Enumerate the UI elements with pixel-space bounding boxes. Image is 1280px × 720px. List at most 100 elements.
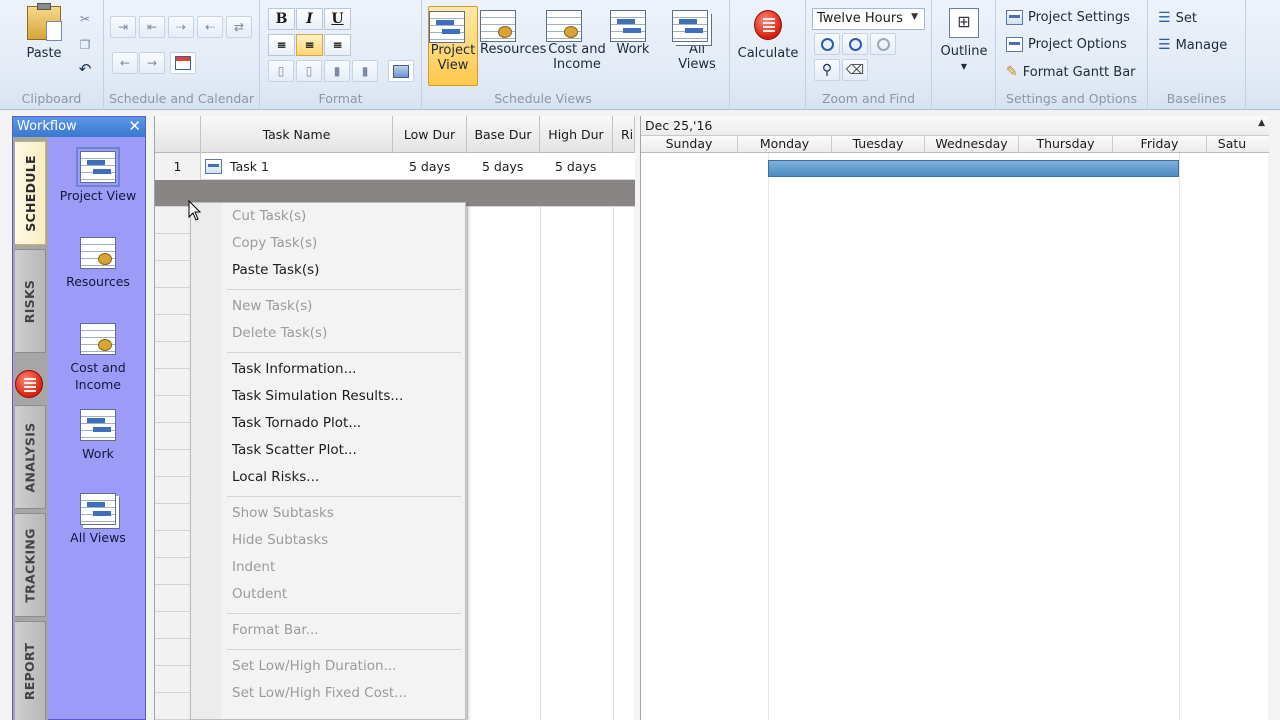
scroll-up-icon[interactable]: ▲ <box>1258 118 1265 128</box>
close-icon[interactable]: ✕ <box>128 117 141 135</box>
col-task-name[interactable]: Task Name <box>201 116 393 153</box>
menu-copy-tasks[interactable]: Copy Task(s) <box>232 235 317 251</box>
clipboard-group-label: Clipboard <box>21 91 82 106</box>
manage-baseline-button[interactable]: ☰ Manage <box>1158 37 1227 53</box>
column-insert-icon[interactable]: ▮ <box>324 60 350 82</box>
bold-button[interactable]: B <box>268 8 295 30</box>
eraser-icon[interactable]: ⌫ <box>842 59 868 81</box>
high-dur-cell[interactable]: 5 days <box>555 153 615 180</box>
all-views-button[interactable]: All Views <box>672 6 722 72</box>
tab-tracking[interactable]: TRACKING <box>15 513 46 617</box>
link-tasks-icon[interactable]: ⇥ <box>110 16 136 38</box>
menu-separator <box>227 496 461 497</box>
col-risk[interactable]: Ri <box>613 116 635 153</box>
format-picture-icon[interactable] <box>388 60 414 82</box>
task-name-cell[interactable]: Task 1 <box>205 153 391 180</box>
workflow-title: Workflow <box>17 119 77 134</box>
align-right-icon[interactable]: ≡ <box>324 34 351 56</box>
menu-local-risks[interactable]: Local Risks... <box>232 469 319 485</box>
timescale-select[interactable]: Twelve Hours ▼ <box>812 8 925 30</box>
col-high-dur[interactable]: High Dur <box>540 116 613 153</box>
menu-task-tornado-plot[interactable]: Task Tornado Plot... <box>232 415 361 431</box>
zoom-in-icon[interactable] <box>814 33 840 55</box>
outdent-task-icon[interactable]: ⇠ <box>197 16 223 38</box>
resources-button[interactable]: Resources <box>480 6 546 57</box>
column-left-icon[interactable]: ▯ <box>268 60 294 82</box>
workflow-work[interactable]: Work <box>49 409 147 462</box>
unlink-tasks-icon[interactable]: ⇤ <box>139 16 165 38</box>
menu-show-subtasks[interactable]: Show Subtasks <box>232 505 334 521</box>
project-view-button[interactable]: Project View <box>428 6 478 86</box>
menu-set-low-high-duration[interactable]: Set Low/High Duration... <box>232 658 396 674</box>
workflow-all-views[interactable]: All Views <box>49 493 147 546</box>
format-gantt-bar-button[interactable]: ✎ Format Gantt Bar <box>1006 64 1136 80</box>
zoom-out-icon[interactable] <box>842 33 868 55</box>
table-row[interactable]: 1 Task 1 5 days 5 days 5 days <box>155 153 635 180</box>
menu-task-information[interactable]: Task Information... <box>232 361 356 377</box>
calendar-icon[interactable] <box>170 52 196 74</box>
menu-indent[interactable]: Indent <box>232 559 275 575</box>
day-monday: Monday <box>738 136 832 153</box>
manage-baseline-label: Manage <box>1175 37 1228 53</box>
find-binoculars-icon[interactable]: ⚲ <box>814 59 840 81</box>
zoom-fit-icon[interactable] <box>870 33 896 55</box>
menu-delete-tasks[interactable]: Delete Task(s) <box>232 325 327 341</box>
menu-paste-tasks[interactable]: Paste Task(s) <box>232 262 319 278</box>
menu-hide-subtasks[interactable]: Hide Subtasks <box>232 532 328 548</box>
split-task-icon[interactable]: ⇄ <box>226 16 252 38</box>
move-left-icon[interactable]: ← <box>112 52 138 74</box>
calculator-icon[interactable] <box>15 370 43 398</box>
indent-task-icon[interactable]: ⇢ <box>168 16 194 38</box>
menu-outdent[interactable]: Outdent <box>232 586 287 602</box>
column-hide-icon[interactable]: ▮ <box>352 60 378 82</box>
select-all-cell[interactable] <box>155 116 201 153</box>
cut-icon[interactable]: ✂ <box>72 8 98 30</box>
italic-button[interactable]: I <box>296 8 323 30</box>
align-center-icon[interactable]: ≡ <box>296 34 323 56</box>
tab-tracking-label: TRACKING <box>22 527 38 603</box>
paste-button[interactable]: Paste <box>18 3 70 61</box>
tab-analysis[interactable]: ANALYSIS <box>15 405 46 509</box>
workflow-cost-income[interactable]: Cost and Income <box>49 323 147 393</box>
tab-report-label: REPORT <box>22 642 38 700</box>
copy-icon[interactable]: ❐ <box>72 34 98 56</box>
underline-button[interactable]: U <box>324 8 351 30</box>
set-baseline-button[interactable]: ☰ Set <box>1158 10 1197 26</box>
project-settings-label: Project Settings <box>1028 10 1130 25</box>
col-base-dur[interactable]: Base Dur <box>467 116 540 153</box>
workflow-resources[interactable]: Resources <box>49 237 147 290</box>
tab-analysis-label: ANALYSIS <box>22 422 38 492</box>
gantt-view-icon <box>76 147 120 187</box>
mouse-cursor-icon <box>188 200 202 221</box>
tab-schedule[interactable]: SCHEDULE <box>15 141 46 245</box>
task-1-gantt-bar[interactable] <box>768 160 1179 177</box>
day-thursday: Thursday <box>1019 136 1113 153</box>
menu-new-tasks[interactable]: New Task(s) <box>232 298 312 314</box>
schedule-calendar-group: ⇥ ⇤ ⇢ ⇠ ⇄ ← → Schedule and Calendar <box>104 0 260 110</box>
menu-cut-tasks[interactable]: Cut Task(s) <box>232 208 306 224</box>
menu-format-bar[interactable]: Format Bar... <box>232 622 319 638</box>
menu-separator <box>227 352 461 353</box>
project-options-button[interactable]: Project Options <box>1006 37 1127 52</box>
move-right-icon[interactable]: → <box>139 52 165 74</box>
column-right-icon[interactable]: ▯ <box>296 60 322 82</box>
col-low-dur[interactable]: Low Dur <box>393 116 467 153</box>
align-left-icon[interactable]: ≡ <box>268 34 295 56</box>
paste-icon <box>27 3 62 41</box>
low-dur-cell[interactable]: 5 days <box>409 153 469 180</box>
tab-risks[interactable]: RISKS <box>15 249 46 353</box>
calculate-button[interactable]: Calculate <box>734 6 802 61</box>
workflow-cost-income-label: Cost and Income <box>70 360 126 392</box>
base-dur-cell[interactable]: 5 days <box>482 153 542 180</box>
menu-set-low-high-fixed-cost[interactable]: Set Low/High Fixed Cost... <box>232 685 407 701</box>
outline-button[interactable]: ⊞ Outline ▼ <box>938 6 990 74</box>
menu-task-scatter-plot[interactable]: Task Scatter Plot... <box>232 442 357 458</box>
tab-report[interactable]: REPORT <box>15 621 46 720</box>
project-settings-button[interactable]: Project Settings <box>1006 10 1130 25</box>
cost-income-button[interactable]: Cost and Income <box>546 6 608 72</box>
workflow-project-view[interactable]: Project View <box>49 147 147 204</box>
menu-task-simulation-results[interactable]: Task Simulation Results... <box>232 388 403 404</box>
undo-icon[interactable]: ↶ <box>72 58 98 80</box>
workflow-header: Workflow ✕ <box>13 117 145 137</box>
work-button[interactable]: Work <box>610 6 656 57</box>
